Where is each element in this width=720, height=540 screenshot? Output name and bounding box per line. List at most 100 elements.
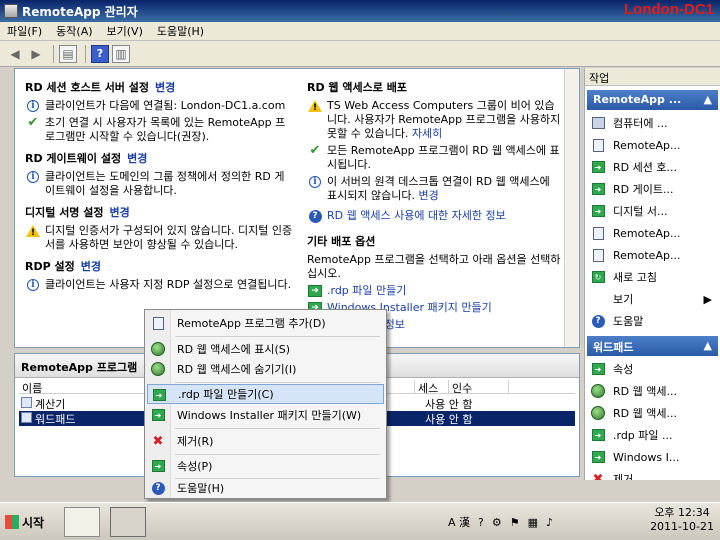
action-remoteapp-export[interactable]: RemoteAp... — [585, 222, 720, 244]
delete-icon: ✖ — [592, 471, 604, 481]
program-args: 사용 안 함 — [425, 412, 473, 426]
action-group-remoteapp[interactable]: RemoteApp ... ▲ — [587, 90, 718, 110]
overview-right-column: RD 웹 액세스로 배포 TS Web Access Computers 그룹이… — [307, 79, 563, 338]
warning-icon — [308, 100, 322, 115]
ctx-help[interactable]: ? 도움말(H) — [147, 478, 384, 498]
action-view[interactable]: 보기 ▶ — [585, 288, 720, 310]
collapse-icon: ▲ — [703, 339, 712, 352]
ctx-create-rdp[interactable]: ➜ .rdp 파일 만들기(C) — [147, 384, 384, 404]
action-rd-gateway[interactable]: ➜ RD 게이트... — [585, 178, 720, 200]
action-create-rdp[interactable]: ➜ .rdp 파일 ... — [585, 424, 720, 446]
refresh-icon: ↻ — [591, 271, 605, 283]
action-web-hide[interactable]: RD 웹 액세... — [585, 402, 720, 424]
clock[interactable]: 오후 12:34 2011-10-21 — [650, 506, 714, 534]
action-pane-title: 작업 — [585, 68, 720, 86]
overview-scrollbar[interactable] — [564, 69, 579, 347]
tray-language-bar[interactable]: A 漢 — [448, 514, 470, 530]
digital-sign-heading: 디지털 서명 설정 — [25, 206, 104, 219]
menu-action[interactable]: 동작(A) — [49, 23, 99, 39]
taskbar: 시작 A 漢 ? ⚙ ⚑ ▦ ♪ 오후 12:34 2011-10-21 — [0, 502, 720, 540]
check-icon: ✔ — [27, 115, 39, 130]
help-icon[interactable]: ? — [478, 516, 484, 529]
web-access-help-link[interactable]: RD 웹 액세스 사용에 대한 자세한 정보 — [327, 209, 506, 223]
globe-icon — [591, 406, 605, 420]
taskbar-remoteapp-manager[interactable] — [110, 507, 146, 537]
rd-session-check-text: 초기 연결 시 사용자가 목록에 있는 RemoteApp 프로그램만 시작할 … — [45, 116, 286, 143]
column-args[interactable]: 인수 — [449, 380, 509, 395]
show-hide-tree-icon[interactable]: ▤ — [59, 44, 77, 63]
action-properties[interactable]: ➜ 속성 — [585, 358, 720, 380]
action-pane: 작업 RemoteApp ... ▲ 컴퓨터에 ... RemoteAp... ➜… — [584, 68, 720, 480]
program-args: 사용 안 함 — [425, 397, 473, 411]
help-icon: ? — [591, 314, 605, 328]
column-access[interactable]: 세스 — [415, 380, 449, 395]
web-access-change-link[interactable]: 변경 — [418, 189, 438, 202]
action-pane-icon[interactable]: ▥ — [112, 44, 130, 63]
add-program-icon — [152, 316, 164, 330]
ctx-web-hide[interactable]: RD 웹 액세스에 숨기기(I) — [147, 359, 384, 379]
rd-gateway-heading: RD 게이트웨이 설정 — [25, 152, 122, 165]
action-add-remoteapp[interactable]: RemoteAp... — [585, 134, 720, 156]
rdp-change-link[interactable]: 변경 — [81, 260, 101, 273]
rd-session-section: RD 세션 호스트 서버 설정 변경 i 클라이언트가 다음에 연결됨: Londo… — [25, 79, 293, 144]
back-arrow-icon[interactable]: ◀ — [6, 45, 24, 63]
options-icon[interactable]: ⚙ — [492, 516, 502, 529]
rd-gateway-info-text: 클라이언트는 도메인의 그룹 정책에서 정의한 RD 게이트웨이 설정을 사용합… — [45, 170, 285, 197]
info-icon: i — [27, 100, 39, 112]
rdp-info-text: 클라이언트는 사용자 지정 RDP 설정으로 연결됩니다. — [45, 278, 292, 291]
network-icon[interactable]: ▦ — [528, 516, 538, 529]
program-icon — [21, 411, 32, 423]
forward-arrow-icon[interactable]: ▶ — [27, 45, 45, 63]
arrow-icon: ➜ — [151, 460, 165, 472]
arrow-icon: ➜ — [591, 183, 605, 195]
window-title: RemoteApp 관리자 — [22, 4, 138, 19]
help-icon[interactable]: ? — [91, 44, 109, 63]
ctx-properties[interactable]: ➜ 속성(P) — [147, 456, 384, 476]
action-web-show[interactable]: RD 웹 액세... — [585, 380, 720, 402]
info-icon: i — [27, 171, 39, 183]
program-icon — [21, 396, 32, 408]
rdp-heading: RDP 설정 — [25, 260, 75, 273]
arrow-icon: ➜ — [152, 389, 166, 401]
create-rdp-link[interactable]: .rdp 파일 만들기 — [327, 284, 406, 298]
ctx-web-show[interactable]: RD 웹 액세스에 표시(S) — [147, 339, 384, 359]
digital-sign-warning-text: 디지털 인증서가 구성되어 있지 않습니다. 디지털 인증서를 사용하면 보안이… — [45, 224, 293, 251]
ctx-create-msi[interactable]: ➜ Windows Installer 패키지 만들기(W) — [147, 405, 384, 425]
rd-session-change-link[interactable]: 변경 — [155, 81, 175, 94]
web-access-section: RD 웹 액세스로 배포 TS Web Access Computers 그룹이… — [307, 79, 563, 223]
rd-gateway-change-link[interactable]: 변경 — [127, 152, 147, 165]
action-rd-session[interactable]: ➜ RD 세션 호... — [585, 156, 720, 178]
digital-sign-change-link[interactable]: 변경 — [110, 206, 130, 219]
ctx-add-remoteapp[interactable]: RemoteApp 프로그램 추가(D) — [147, 313, 384, 333]
ctx-remove[interactable]: ✖ 제거(R) — [147, 431, 384, 451]
web-access-more-link[interactable]: 자세히 — [412, 127, 442, 140]
menu-file[interactable]: 파일(F) — [0, 23, 49, 39]
arrow-icon: ➜ — [591, 429, 605, 441]
overview-pane: RD 세션 호스트 서버 설정 변경 i 클라이언트가 다음에 연결됨: Londo… — [14, 68, 580, 348]
menu-help[interactable]: 도움말(H) — [150, 23, 211, 39]
volume-icon[interactable]: ♪ — [546, 516, 553, 529]
action-remoteapp-import[interactable]: RemoteAp... — [585, 244, 720, 266]
clock-time: 오후 12:34 — [654, 506, 710, 519]
action-connect-computer[interactable]: 컴퓨터에 ... — [585, 112, 720, 134]
flag-icon[interactable]: ⚑ — [510, 516, 520, 529]
windows-flag-icon — [5, 515, 19, 529]
host-label: London-DC1 — [624, 1, 714, 18]
rdp-section: RDP 설정 변경 i 클라이언트는 사용자 지정 RDP 설정으로 연결됩니다. — [25, 258, 293, 292]
arrow-icon: ➜ — [591, 451, 605, 463]
action-help[interactable]: ? 도움말 — [585, 310, 720, 332]
title-bar: RemoteApp 관리자 London-DC1 — [0, 0, 720, 22]
action-digital-sign[interactable]: ➜ 디지털 서... — [585, 200, 720, 222]
action-remove[interactable]: ✖ 제거 — [585, 468, 720, 481]
web-access-heading: RD 웹 액세스로 배포 — [307, 81, 407, 94]
arrow-icon: ➜ — [591, 205, 605, 217]
start-button[interactable]: 시작 — [2, 509, 52, 535]
menu-view[interactable]: 보기(V) — [100, 23, 150, 39]
menu-bar: 파일(F) 동작(A) 보기(V) 도움말(H) — [0, 22, 720, 41]
action-refresh[interactable]: ↻ 새로 고침 — [585, 266, 720, 288]
overview-left-column: RD 세션 호스트 서버 설정 변경 i 클라이언트가 다음에 연결됨: Londo… — [25, 79, 293, 298]
action-create-msi[interactable]: ➜ Windows I... — [585, 446, 720, 468]
toolbar: ◀ ▶ ▤ ? ▥ — [0, 41, 720, 67]
taskbar-server-manager[interactable] — [64, 507, 100, 537]
action-group-wordpad[interactable]: 워드패드 ▲ — [587, 336, 718, 356]
